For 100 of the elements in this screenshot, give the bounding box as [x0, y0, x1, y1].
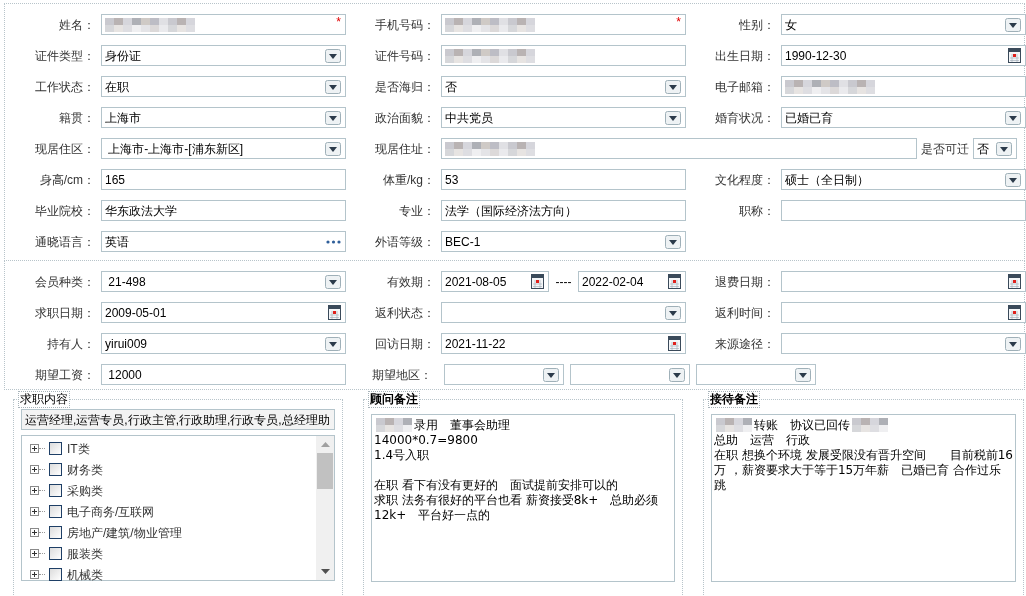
notes-textarea[interactable]: 转账 协议已回传 总助 运营 行政 在职 想换个环境 发展受限没有晋升空间 目前税前16 万 ，薪资要求大于等于15万年薪 已婚已育 合作过乐 跳: [711, 414, 1016, 582]
note-text: 转账 协议已回传: [754, 417, 851, 433]
tree-item-label[interactable]: 财务类: [67, 460, 103, 479]
select-field[interactable]: 21-498: [101, 271, 346, 292]
select-field[interactable]: 在职: [101, 76, 346, 97]
field-label: 政治面貌：: [374, 109, 436, 127]
tree-item-label[interactable]: 电子商务/互联网: [67, 502, 155, 521]
expand-icon[interactable]: [30, 549, 39, 558]
text-field[interactable]: [441, 138, 917, 159]
date-field[interactable]: [781, 271, 1026, 292]
field-label: 身高/cm：: [38, 171, 96, 189]
date-field[interactable]: 2022-02-04: [578, 271, 686, 292]
text-field[interactable]: [781, 200, 1026, 221]
select-field[interactable]: yirui009: [101, 333, 346, 354]
tree-item-label[interactable]: 房地产/建筑/物业管理: [67, 523, 182, 542]
field-label: 求职日期：: [34, 304, 96, 322]
dropdown-button[interactable]: [665, 110, 681, 125]
checkbox[interactable]: [49, 463, 62, 476]
select-field[interactable]: 硕士（全日制）: [781, 169, 1026, 190]
dropdown-button[interactable]: [325, 79, 341, 94]
dropdown-button[interactable]: [325, 48, 341, 63]
expand-icon[interactable]: [30, 528, 39, 537]
dropdown-button[interactable]: [325, 336, 341, 351]
text-field[interactable]: 12000: [101, 364, 346, 385]
expand-icon[interactable]: [30, 444, 39, 453]
dropdown-button[interactable]: [1005, 336, 1021, 351]
date-field[interactable]: 1990-12-30: [781, 45, 1026, 66]
note-text: 万 ，薪资要求大于等于15万年薪 已婚已育 合作过乐: [714, 463, 1001, 478]
calendar-icon[interactable]: [1008, 274, 1021, 289]
dropdown-button[interactable]: [325, 141, 341, 156]
more-icon[interactable]: [326, 239, 341, 244]
tree-item-label[interactable]: 机械类: [67, 565, 103, 584]
select-field[interactable]: BEC-1: [441, 231, 686, 252]
checkbox[interactable]: [49, 568, 62, 581]
calendar-icon[interactable]: [531, 274, 544, 289]
calendar-icon[interactable]: [668, 336, 681, 351]
date-field[interactable]: [781, 302, 1026, 323]
calendar-icon[interactable]: [1008, 48, 1021, 63]
scroll-down-icon[interactable]: [320, 569, 330, 574]
select-field[interactable]: 否: [441, 76, 686, 97]
notes-textarea[interactable]: 录用 董事会助理 14000*0.7=9800 1.4号入职 在职 看下有没有更好的 面试提前安排可以的 求职 法务有很好的平台也看 薪资接受8k+ 总助必须 12k+ 平台好一点的: [371, 414, 676, 582]
selected-jobs-field[interactable]: 运营经理,运营专员,行政主管,行政助理,行政专员,总经理助: [21, 409, 335, 430]
group-title: 接待备注: [708, 391, 761, 408]
select-field[interactable]: [441, 302, 686, 323]
select-field[interactable]: [444, 364, 564, 385]
dropdown-button[interactable]: [795, 367, 811, 382]
select-field[interactable]: [696, 364, 816, 385]
text-field[interactable]: 法学（国际经济法方向）: [441, 200, 686, 221]
expand-icon[interactable]: [30, 486, 39, 495]
expand-icon[interactable]: [30, 465, 39, 474]
note-text: 在职 看下有没有更好的 面试提前安排可以的: [374, 478, 618, 493]
select-field[interactable]: [781, 333, 1026, 354]
text-field[interactable]: [781, 76, 1026, 97]
select-field[interactable]: 中共党员: [441, 107, 686, 128]
select-field[interactable]: 否: [973, 138, 1017, 159]
date-field[interactable]: 2009-05-01: [101, 302, 346, 323]
expand-icon[interactable]: [30, 570, 39, 579]
note-text: 14000*0.7=9800: [374, 433, 478, 448]
tree-item-label[interactable]: 采购类: [67, 481, 103, 500]
checkbox[interactable]: [49, 547, 62, 560]
checkbox[interactable]: [49, 526, 62, 539]
tree-item-label[interactable]: 服装类: [67, 544, 103, 563]
checkbox[interactable]: [49, 505, 62, 518]
select-field[interactable]: 女: [781, 14, 1026, 35]
checkbox[interactable]: [49, 484, 62, 497]
field-label: 来源途径：: [714, 335, 776, 353]
dropdown-button[interactable]: [996, 141, 1012, 156]
dropdown-button[interactable]: [665, 305, 681, 320]
text-field[interactable]: [441, 45, 686, 66]
expand-icon[interactable]: [30, 507, 39, 516]
text-field[interactable]: 165: [101, 169, 346, 190]
calendar-icon[interactable]: [668, 274, 681, 289]
date-field[interactable]: 2021-08-05: [441, 271, 549, 292]
dropdown-button[interactable]: [1005, 172, 1021, 187]
text-field[interactable]: 华东政法大学: [101, 200, 346, 221]
lookup-field[interactable]: 英语: [101, 231, 346, 252]
date-field[interactable]: 2021-11-22: [441, 333, 686, 354]
dropdown-button[interactable]: [669, 367, 685, 382]
dropdown-button[interactable]: [1005, 17, 1021, 32]
tree-item-label[interactable]: IT类: [67, 439, 90, 458]
checkbox[interactable]: [49, 442, 62, 455]
dropdown-button[interactable]: [543, 367, 559, 382]
dropdown-button[interactable]: [325, 110, 341, 125]
select-field[interactable]: 上海市-上海市-[浦东新区]: [101, 138, 346, 159]
dropdown-button[interactable]: [665, 234, 681, 249]
calendar-icon[interactable]: [328, 305, 341, 320]
text-field[interactable]: *: [101, 14, 346, 35]
select-field[interactable]: 上海市: [101, 107, 346, 128]
select-field[interactable]: 身份证: [101, 45, 346, 66]
field-label: 是否海归：: [374, 78, 436, 96]
dropdown-button[interactable]: [665, 79, 681, 94]
field-label: 退费日期：: [714, 273, 776, 291]
calendar-icon[interactable]: [1008, 305, 1021, 320]
dropdown-button[interactable]: [1005, 110, 1021, 125]
text-field[interactable]: 53: [441, 169, 686, 190]
select-field[interactable]: 已婚已育: [781, 107, 1026, 128]
text-field[interactable]: *: [441, 14, 686, 35]
scrollbar-thumb[interactable]: [317, 453, 333, 489]
dropdown-button[interactable]: [325, 274, 341, 289]
select-field[interactable]: [570, 364, 690, 385]
